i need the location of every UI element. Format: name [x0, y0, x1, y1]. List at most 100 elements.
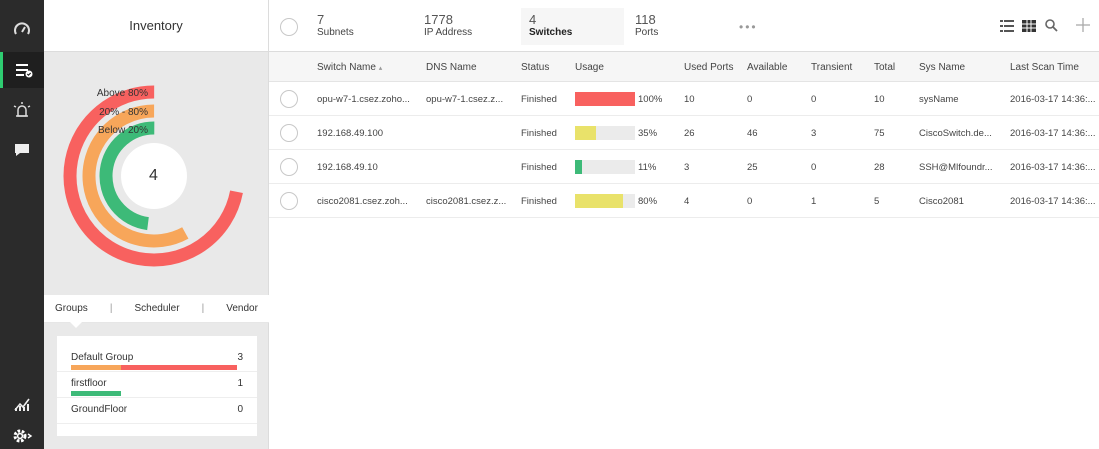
usage-bar: [575, 92, 635, 106]
stat-number: 7: [317, 12, 325, 27]
cell-switch-name[interactable]: cisco2081.csez.zoh...: [317, 196, 421, 207]
row-checkbox[interactable]: [280, 158, 298, 176]
cell-used-ports: 3: [684, 162, 690, 173]
table-empty-area: [269, 218, 1099, 449]
cell-switch-name[interactable]: opu-w7-1.csez.zoho...: [317, 94, 421, 105]
group-item[interactable]: firstfloor 1: [57, 372, 257, 398]
group-item[interactable]: GroundFloor 0: [57, 398, 257, 424]
cell-status: Finished: [521, 196, 557, 207]
col-transient[interactable]: Transient: [811, 62, 852, 73]
cell-usage-pct: 80%: [638, 196, 658, 207]
cell-used-ports: 4: [684, 196, 690, 207]
col-switch-name[interactable]: Switch Name ▴: [317, 62, 382, 73]
cell-sys-name: Cisco2081: [919, 196, 964, 207]
cell-status: Finished: [521, 128, 557, 139]
stat-number: 118: [635, 12, 656, 27]
cell-sys-name: SSH@Mlfoundr...: [919, 162, 993, 173]
usage-fill: [575, 92, 635, 106]
group-bar: [71, 391, 237, 396]
cell-transient: 0: [811, 162, 817, 173]
cell-usage-pct: 35%: [638, 128, 658, 139]
stat-ports[interactable]: 118 Ports: [635, 13, 658, 39]
usage-fill: [575, 126, 596, 140]
cell-status: Finished: [521, 162, 557, 173]
cell-available: 0: [747, 94, 753, 105]
stat-subnets[interactable]: 7 Subnets: [317, 13, 354, 39]
group-bar-segment: [71, 391, 121, 396]
cell-total: 75: [874, 128, 885, 139]
group-list: Default Group 3 firstfloor 1 GroundFloor…: [57, 336, 257, 436]
cell-switch-name[interactable]: 192.168.49.100: [317, 128, 421, 139]
cell-transient: 1: [811, 196, 817, 207]
dashboard-speedometer-icon[interactable]: [0, 12, 44, 48]
search-icon[interactable]: [1045, 19, 1058, 37]
reports-chart-icon[interactable]: [0, 386, 44, 422]
row-checkbox[interactable]: [280, 192, 298, 210]
cell-available: 46: [747, 128, 758, 139]
stat-label: Switches: [529, 27, 573, 38]
col-usage[interactable]: Usage: [575, 62, 604, 73]
select-all-checkbox[interactable]: [280, 18, 298, 36]
col-used-ports[interactable]: Used Ports: [684, 62, 733, 73]
stats-bar: 7 Subnets 1778 IP Address 4 Switches 118…: [269, 0, 1099, 52]
grid-view-icon[interactable]: [1022, 19, 1036, 37]
sort-indicator: ▴: [378, 65, 383, 72]
legend-above: Above 80%: [96, 88, 148, 99]
stat-number: 4: [529, 12, 537, 27]
active-tab-caret: [70, 322, 82, 328]
cell-total: 28: [874, 162, 885, 173]
more-options[interactable]: •••: [739, 20, 758, 34]
stat-ip-address[interactable]: 1778 IP Address: [424, 13, 472, 39]
add-icon[interactable]: [1075, 17, 1091, 38]
group-count: 3: [237, 352, 243, 363]
row-checkbox[interactable]: [280, 90, 298, 108]
col-total[interactable]: Total: [874, 62, 895, 73]
chat-icon[interactable]: [0, 132, 44, 168]
page-title: Inventory: [44, 0, 268, 52]
col-available[interactable]: Available: [747, 62, 787, 73]
tab-groups[interactable]: Groups: [55, 303, 88, 314]
cell-last-scan: 2016-03-17 14:36:...: [1010, 94, 1096, 105]
settings-gear-icon[interactable]: [0, 418, 44, 449]
col-last-scan[interactable]: Last Scan Time: [1010, 62, 1079, 73]
cell-usage-pct: 100%: [638, 94, 663, 105]
cell-transient: 0: [811, 94, 817, 105]
cell-sys-name: sysName: [919, 94, 959, 105]
tab-scheduler[interactable]: Scheduler: [135, 303, 180, 314]
inventory-list-icon[interactable]: [0, 52, 44, 88]
col-sys-name[interactable]: Sys Name: [919, 62, 965, 73]
col-dns-name[interactable]: DNS Name: [426, 62, 477, 73]
panel-subtabs: Groups | Scheduler | Vendor: [44, 295, 269, 323]
usage-fill: [575, 194, 623, 208]
tab-vendor[interactable]: Vendor: [226, 303, 258, 314]
col-status[interactable]: Status: [521, 62, 549, 73]
stat-switches[interactable]: 4 Switches: [521, 8, 624, 45]
list-view-icon[interactable]: [1000, 19, 1014, 37]
table-row[interactable]: cisco2081.csez.zoh... cisco2081.csez.z..…: [269, 184, 1099, 218]
cell-dns-name: opu-w7-1.csez.z...: [426, 94, 504, 105]
usage-bar: [575, 160, 635, 174]
cell-usage-pct: 11%: [638, 162, 657, 173]
group-name: Default Group: [71, 352, 134, 363]
cell-total: 5: [874, 196, 880, 207]
cell-last-scan: 2016-03-17 14:36:...: [1010, 196, 1096, 207]
cell-dns-name: cisco2081.csez.z...: [426, 196, 507, 207]
alarm-icon[interactable]: [0, 92, 44, 128]
table-row[interactable]: 192.168.49.10 Finished 11% 3 25 0 28 SSH…: [269, 150, 1099, 184]
table-row[interactable]: 192.168.49.100 Finished 35% 26 46 3 75 C…: [269, 116, 1099, 150]
usage-bar: [575, 194, 635, 208]
group-count: 1: [237, 378, 243, 389]
group-name: GroundFloor: [71, 404, 128, 415]
cell-status: Finished: [521, 94, 557, 105]
row-checkbox[interactable]: [280, 124, 298, 142]
group-bar-segment: [120, 365, 237, 370]
cell-available: 0: [747, 196, 753, 207]
cell-total: 10: [874, 94, 885, 105]
nav-rail: [0, 0, 44, 449]
table-header: Switch Name ▴ DNS Name Status Usage Used…: [269, 52, 1099, 82]
group-item[interactable]: Default Group 3: [57, 346, 257, 372]
usage-donut: Above 80% 20% - 80% Below 20% 4: [44, 52, 269, 295]
table-row[interactable]: opu-w7-1.csez.zoho... opu-w7-1.csez.z...…: [269, 82, 1099, 116]
cell-switch-name[interactable]: 192.168.49.10: [317, 162, 421, 173]
group-name: firstfloor: [71, 378, 107, 389]
